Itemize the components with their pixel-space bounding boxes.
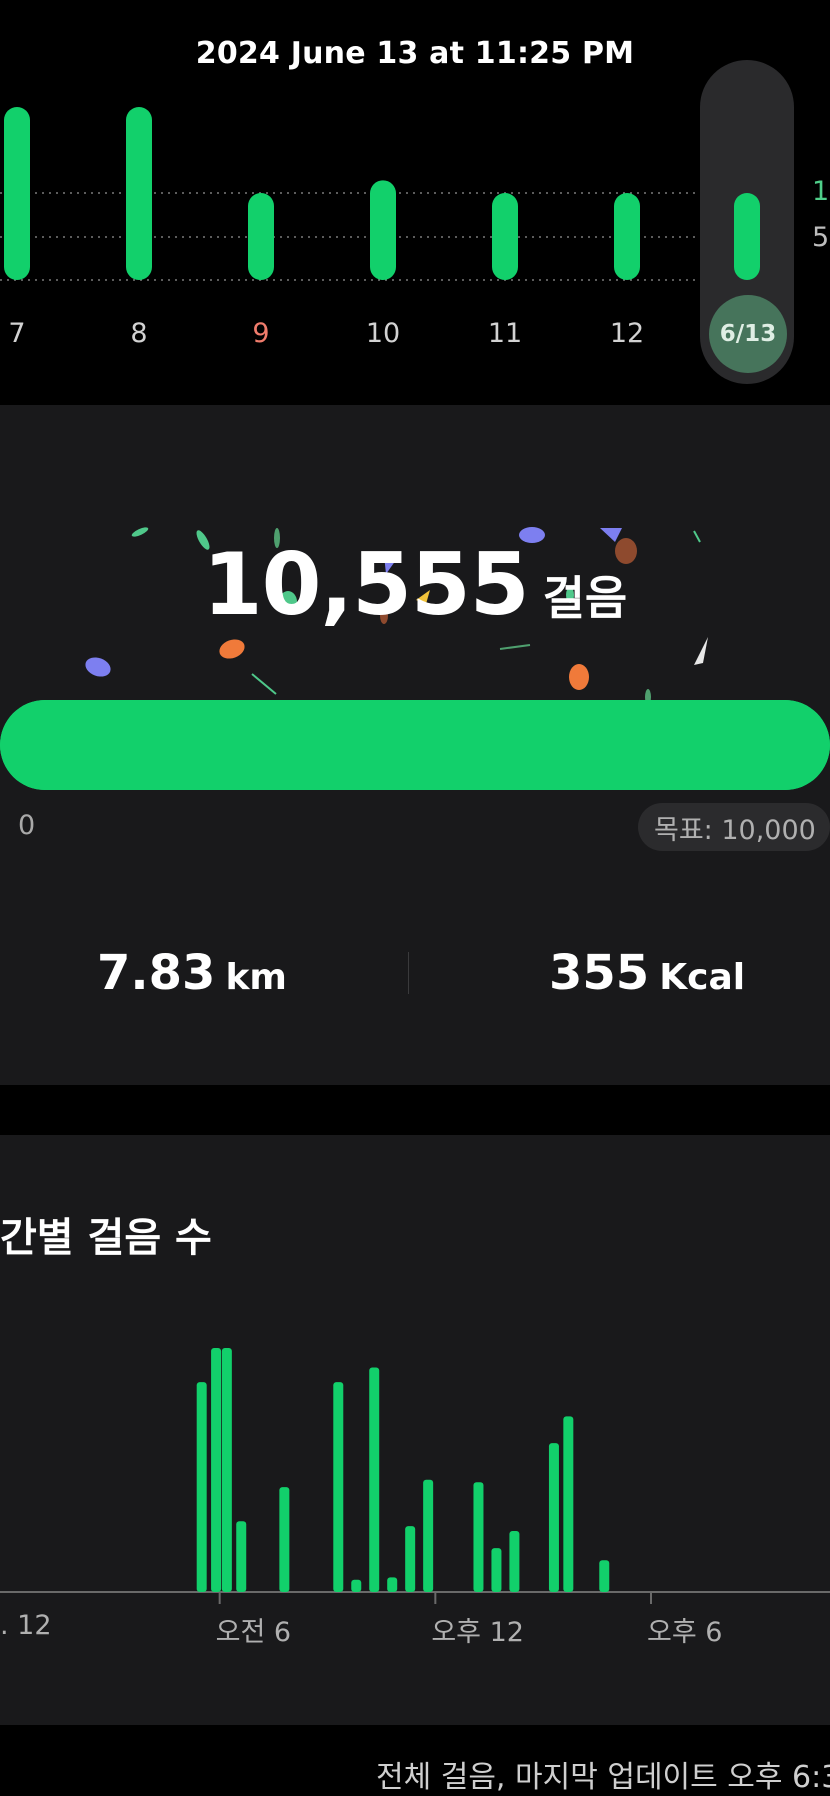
hourly-bar[interactable] [423, 1479, 434, 1592]
weekly-steps-chart[interactable] [0, 60, 830, 400]
distance-metric: 7.83 km [97, 945, 287, 1001]
steps-count-value: 10,555 [202, 535, 530, 635]
hourly-x-tick-label: 오후 12 [431, 1617, 524, 1648]
calories-metric: 355 Kcal [549, 945, 745, 1001]
hourly-bar[interactable] [221, 1348, 232, 1592]
weekly-axis-label-top: 10 [812, 176, 830, 207]
distance-value: 7.83 [97, 945, 216, 1001]
weekly-bar-day-6[interactable] [614, 193, 640, 280]
hourly-bar[interactable] [279, 1487, 290, 1592]
weekly-day-label[interactable]: 7 [0, 318, 47, 349]
hourly-bar[interactable] [405, 1526, 416, 1592]
hourly-steps-chart[interactable] [0, 1330, 830, 1630]
metric-divider [408, 952, 409, 994]
hourly-bar[interactable] [473, 1482, 484, 1592]
weekly-bar-day-1[interactable] [4, 107, 30, 280]
weekly-day-label[interactable]: 9 [231, 318, 291, 349]
weekly-axis-label-mid: 5 [812, 222, 830, 253]
hourly-bar[interactable] [369, 1367, 380, 1592]
hourly-bar[interactable] [599, 1560, 610, 1592]
hourly-x-tick-label: 오후 6 [647, 1617, 723, 1648]
hourly-bar[interactable] [548, 1443, 559, 1592]
hourly-x-tick-label: . 12 [0, 1610, 52, 1641]
weekly-bar-day-2[interactable] [126, 107, 152, 280]
hourly-bar[interactable] [351, 1579, 362, 1592]
progress-min-label: 0 [18, 810, 36, 841]
hourly-bar[interactable] [196, 1382, 207, 1592]
weekly-bar-day-7[interactable] [734, 193, 760, 280]
steps-count-display: 10,555 걸음 [0, 535, 830, 635]
hourly-bar[interactable] [563, 1416, 574, 1592]
hourly-bar[interactable] [236, 1521, 247, 1592]
distance-unit: km [225, 957, 287, 998]
weekly-day-label[interactable]: 10 [353, 318, 413, 349]
goal-progress-fill [0, 700, 830, 790]
hourly-bar[interactable] [211, 1348, 222, 1592]
calories-unit: Kcal [659, 957, 746, 998]
hourly-bar[interactable] [491, 1548, 502, 1592]
last-updated-note: 전체 걸음, 마지막 업데이트 오후 6:3 [376, 1760, 830, 1795]
hourly-steps-title: 간별 걸음 수 [0, 1215, 212, 1261]
weekly-day-label[interactable]: 8 [109, 318, 169, 349]
hourly-bar[interactable] [509, 1531, 520, 1592]
weekly-bar-day-5[interactable] [492, 193, 518, 280]
hourly-bar[interactable] [333, 1382, 344, 1592]
weekly-bar-day-4[interactable] [370, 180, 396, 280]
hourly-x-tick-label: 오전 6 [215, 1617, 292, 1648]
goal-progress-bar [0, 700, 830, 790]
weekly-day-label[interactable]: 12 [597, 318, 657, 349]
weekly-day-label[interactable]: 11 [475, 318, 535, 349]
calories-value: 355 [549, 945, 650, 1001]
selected-day-chip[interactable]: 6/13 [709, 295, 787, 373]
goal-chip[interactable]: 목표: 10,000 [638, 803, 830, 851]
weekly-bar-day-3[interactable] [248, 193, 274, 280]
hourly-bar[interactable] [387, 1577, 398, 1592]
steps-count-unit: 걸음 [542, 571, 628, 625]
